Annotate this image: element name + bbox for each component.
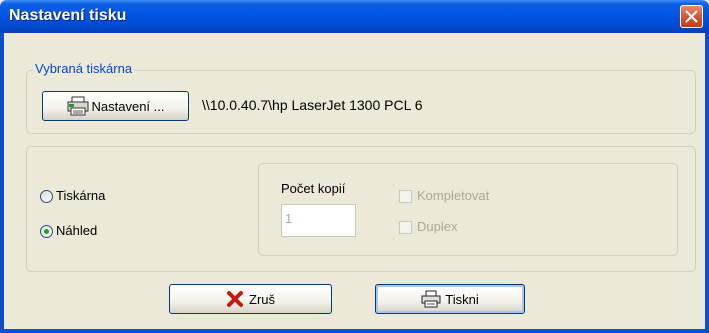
printer-name: \\10.0.40.7\hp LaserJet 1300 PCL 6 <box>202 97 423 113</box>
close-button[interactable] <box>680 5 703 28</box>
window-title: Nastavení tisku <box>9 7 127 24</box>
duplex-label: Duplex <box>417 219 458 234</box>
printer-icon <box>421 290 441 308</box>
collate-label: Kompletovat <box>417 188 490 203</box>
duplex-checkbox[interactable] <box>399 221 412 234</box>
cancel-label: Zruš <box>249 291 275 307</box>
title-bar: Nastavení tisku <box>0 0 709 33</box>
preview-radio[interactable] <box>40 225 53 238</box>
copies-input[interactable]: 1 <box>281 204 356 237</box>
printer-radio-label[interactable]: Tiskárna <box>56 188 105 203</box>
printer-settings-label: Nastavení ... <box>91 98 165 114</box>
cancel-button[interactable]: Zruš <box>169 284 332 314</box>
print-button[interactable]: Tiskni <box>375 284 525 314</box>
print-label: Tiskni <box>445 291 479 307</box>
radio-selected-dot <box>44 229 49 234</box>
cancel-icon <box>227 291 243 307</box>
close-icon <box>685 10 698 23</box>
window-border-left <box>0 33 4 333</box>
preview-radio-label[interactable]: Náhled <box>56 223 97 238</box>
copies-label: Počet kopií <box>281 181 346 196</box>
printer-settings-button[interactable]: Nastavení ... <box>42 91 189 121</box>
collate-checkbox[interactable] <box>399 190 412 203</box>
window-border-bottom <box>0 329 709 333</box>
printer-settings-icon <box>67 96 88 116</box>
printer-group-label: Vybraná tiskárna <box>33 61 135 76</box>
window-border-right <box>705 33 709 333</box>
printer-radio[interactable] <box>40 190 53 203</box>
